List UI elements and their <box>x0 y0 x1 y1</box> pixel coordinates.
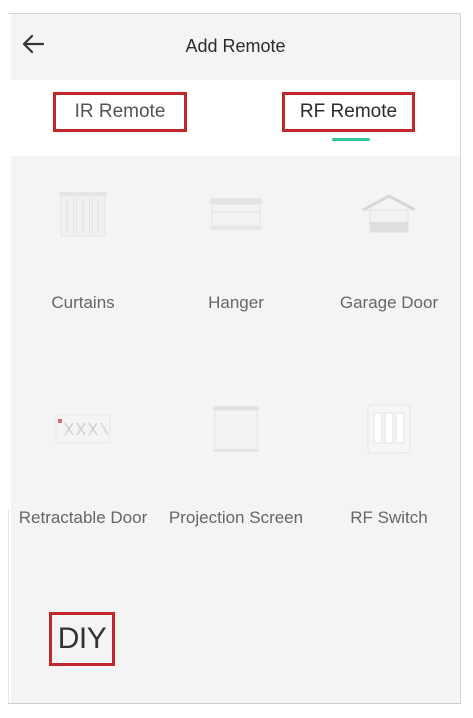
device-label: RF Switch <box>350 508 428 527</box>
device-label: Curtains <box>51 293 115 312</box>
frame-left-line <box>8 510 9 703</box>
diy-label: DIY <box>57 622 107 655</box>
hanger-icon <box>201 184 271 244</box>
device-label: Garage Door <box>339 293 439 312</box>
add-remote-screen: Add Remote IR Remote RF Remote Curtains … <box>11 14 460 703</box>
projection-screen-icon <box>201 399 271 459</box>
tab-ir-remote[interactable]: IR Remote <box>53 92 187 132</box>
device-hanger[interactable]: Hanger <box>161 184 311 334</box>
back-button[interactable] <box>19 32 47 60</box>
retractable-door-icon <box>48 399 118 459</box>
active-tab-indicator <box>332 138 370 141</box>
device-label: Hanger <box>208 293 264 312</box>
diy-button[interactable]: DIY <box>49 612 115 666</box>
garage-door-icon <box>354 184 424 244</box>
curtains-icon <box>48 184 118 244</box>
page-title: Add Remote <box>185 36 286 56</box>
tab-bar: IR Remote RF Remote <box>11 80 460 156</box>
device-label: Retractable Door <box>18 508 148 527</box>
frame-right-line <box>460 13 461 703</box>
tab-rf-remote-label: RF Remote <box>299 101 398 122</box>
device-garage-door[interactable]: Garage Door <box>314 184 460 334</box>
header: Add Remote <box>11 14 460 80</box>
frame-bottom-line <box>8 703 461 704</box>
device-curtains[interactable]: Curtains <box>11 184 158 334</box>
rf-switch-icon <box>354 399 424 459</box>
device-projection-screen[interactable]: Projection Screen <box>161 399 311 559</box>
device-rf-switch[interactable]: RF Switch <box>314 399 460 559</box>
device-label: Projection Screen <box>168 508 304 527</box>
arrow-left-icon <box>22 34 45 59</box>
tab-ir-remote-label: IR Remote <box>74 101 166 122</box>
tab-rf-remote[interactable]: RF Remote <box>282 92 415 132</box>
device-retractable-door[interactable]: Retractable Door <box>11 399 158 559</box>
